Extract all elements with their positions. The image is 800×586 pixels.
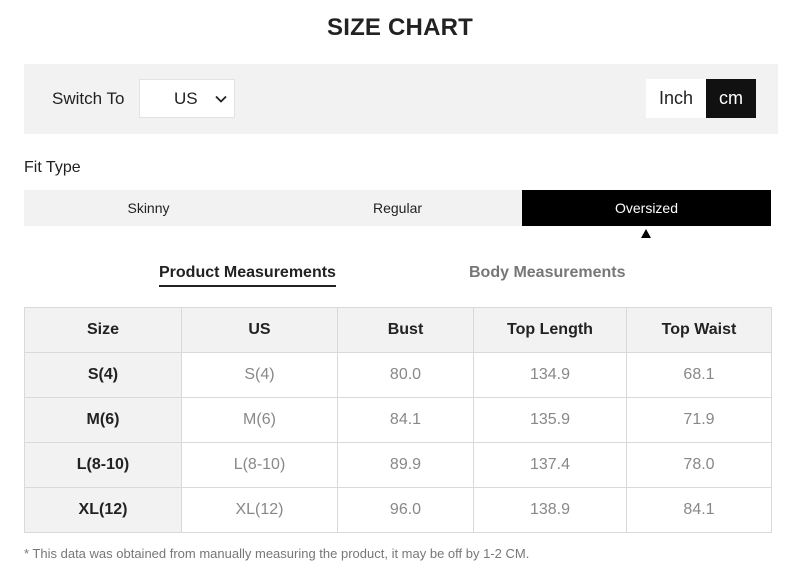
cell-bust: 89.9 (337, 442, 474, 488)
switch-to-label: Switch To (52, 89, 125, 108)
page-title: SIZE CHART (327, 14, 473, 41)
fit-tab-skinny[interactable]: Skinny (24, 190, 273, 226)
cell-bust: 96.0 (337, 487, 474, 533)
switch-bar: Switch To US Inch cm (24, 64, 778, 134)
header-us: US (181, 307, 338, 353)
region-select-value: US (174, 89, 198, 108)
cell-top-waist: 71.9 (626, 397, 772, 443)
cell-size: M(6) (24, 397, 182, 443)
table-row: XL(12) XL(12) 96.0 138.9 84.1 (24, 487, 772, 533)
cell-bust: 84.1 (337, 397, 474, 443)
region-select[interactable]: US (139, 79, 235, 118)
table-row: M(6) M(6) 84.1 135.9 71.9 (24, 397, 772, 443)
table-row: S(4) S(4) 80.0 134.9 68.1 (24, 352, 772, 398)
cell-top-waist: 68.1 (626, 352, 772, 398)
cell-top-waist: 78.0 (626, 442, 772, 488)
cell-size: S(4) (24, 352, 182, 398)
tab-body-measurements[interactable]: Body Measurements (469, 264, 626, 282)
fit-type-label: Fit Type (24, 159, 81, 176)
selected-pointer-icon (641, 229, 651, 238)
unit-inch-button[interactable]: Inch (646, 79, 706, 118)
fit-tab-regular[interactable]: Regular (273, 190, 522, 226)
header-size: Size (24, 307, 182, 353)
cell-bust: 80.0 (337, 352, 474, 398)
unit-cm-button[interactable]: cm (706, 79, 756, 118)
header-top-length: Top Length (473, 307, 627, 353)
cell-top-waist: 84.1 (626, 487, 772, 533)
size-table: Size US Bust Top Length Top Waist S(4) S… (24, 307, 772, 533)
header-bust: Bust (337, 307, 474, 353)
cell-us: L(8-10) (181, 442, 338, 488)
table-row: L(8-10) L(8-10) 89.9 137.4 78.0 (24, 442, 772, 488)
cell-top-length: 135.9 (473, 397, 627, 443)
cell-top-length: 134.9 (473, 352, 627, 398)
cell-us: M(6) (181, 397, 338, 443)
header-top-waist: Top Waist (626, 307, 772, 353)
fit-type-tabs: Skinny Regular Oversized (24, 190, 771, 226)
unit-toggle: Inch cm (646, 79, 756, 118)
cell-size: L(8-10) (24, 442, 182, 488)
cell-us: S(4) (181, 352, 338, 398)
footnote: * This data was obtained from manually m… (24, 546, 530, 561)
chevron-down-icon (215, 95, 227, 103)
table-header-row: Size US Bust Top Length Top Waist (24, 307, 772, 353)
tab-product-measurements[interactable]: Product Measurements (159, 264, 336, 287)
fit-tab-oversized[interactable]: Oversized (522, 190, 771, 226)
cell-us: XL(12) (181, 487, 338, 533)
cell-top-length: 137.4 (473, 442, 627, 488)
cell-size: XL(12) (24, 487, 182, 533)
cell-top-length: 138.9 (473, 487, 627, 533)
